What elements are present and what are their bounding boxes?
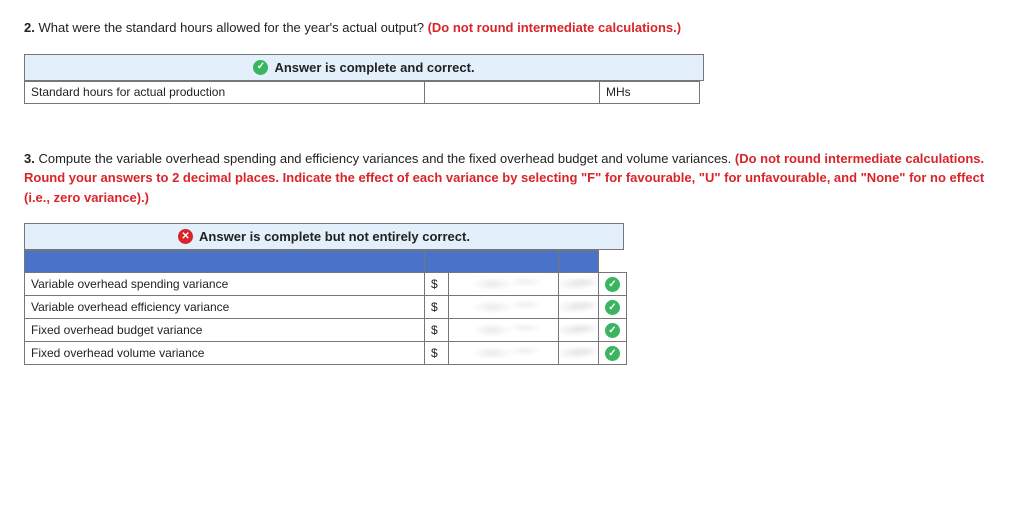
table-row: Variable overhead efficiency variance $ … (25, 296, 627, 319)
cell-flag[interactable] (559, 296, 599, 319)
question-2-number: 2. (24, 20, 35, 35)
check-icon: ✓ (605, 300, 620, 315)
question-3-body: Compute the variable overhead spending a… (38, 151, 734, 166)
cell-currency: $ (425, 296, 449, 319)
redacted-smudge (449, 342, 558, 364)
cell-value[interactable] (425, 81, 600, 103)
question-3-text: 3. Compute the variable overhead spendin… (24, 149, 992, 208)
cell-value[interactable] (449, 296, 559, 319)
redacted-smudge (559, 273, 598, 295)
cross-icon: ✕ (178, 229, 193, 244)
cell-unit: MHs (600, 81, 700, 103)
header-cell (425, 251, 559, 273)
table-standard-hours: Standard hours for actual production MHs (24, 81, 700, 104)
table-header-row (25, 251, 627, 273)
redacted-smudge (559, 319, 598, 341)
cell-currency: $ (425, 319, 449, 342)
question-2-text: 2. What were the standard hours allowed … (24, 18, 992, 38)
status-bar-correct: ✓ Answer is complete and correct. (24, 54, 704, 81)
redacted-smudge (449, 296, 558, 318)
check-icon: ✓ (605, 277, 620, 292)
question-2-body: What were the standard hours allowed for… (38, 20, 427, 35)
cell-label: Fixed overhead volume variance (25, 342, 425, 365)
check-icon: ✓ (605, 323, 620, 338)
cell-check: ✓ (599, 273, 627, 296)
cell-label: Variable overhead spending variance (25, 273, 425, 296)
question-3: 3. Compute the variable overhead spendin… (24, 149, 992, 366)
table-row: Fixed overhead budget variance $ ✓ (25, 319, 627, 342)
table-variances: Variable overhead spending variance $ ✓ … (24, 250, 627, 365)
cell-flag[interactable] (559, 273, 599, 296)
cell-value[interactable] (449, 319, 559, 342)
cell-check: ✓ (599, 342, 627, 365)
redacted-smudge (449, 273, 558, 295)
check-icon: ✓ (253, 60, 268, 75)
cell-currency: $ (425, 273, 449, 296)
redacted-smudge (559, 296, 598, 318)
cell-flag[interactable] (559, 342, 599, 365)
question-2: 2. What were the standard hours allowed … (24, 18, 992, 104)
cell-label: Standard hours for actual production (25, 81, 425, 103)
cell-check: ✓ (599, 296, 627, 319)
cell-currency: $ (425, 342, 449, 365)
table-row: Variable overhead spending variance $ ✓ (25, 273, 627, 296)
question-3-number: 3. (24, 151, 35, 166)
header-cell (25, 251, 425, 273)
redacted-smudge (559, 342, 598, 364)
cell-label: Variable overhead efficiency variance (25, 296, 425, 319)
cell-value[interactable] (449, 273, 559, 296)
header-cell (559, 251, 599, 273)
redacted-smudge (449, 319, 558, 341)
cell-flag[interactable] (559, 319, 599, 342)
status-text-correct: Answer is complete and correct. (274, 60, 474, 75)
cell-value[interactable] (449, 342, 559, 365)
question-2-note: (Do not round intermediate calculations.… (428, 20, 682, 35)
status-text-partial: Answer is complete but not entirely corr… (199, 229, 470, 244)
check-icon: ✓ (605, 346, 620, 361)
table-row: Fixed overhead volume variance $ ✓ (25, 342, 627, 365)
cell-check: ✓ (599, 319, 627, 342)
table-row: Standard hours for actual production MHs (25, 81, 700, 103)
cell-label: Fixed overhead budget variance (25, 319, 425, 342)
status-bar-partial: ✕ Answer is complete but not entirely co… (24, 223, 624, 250)
